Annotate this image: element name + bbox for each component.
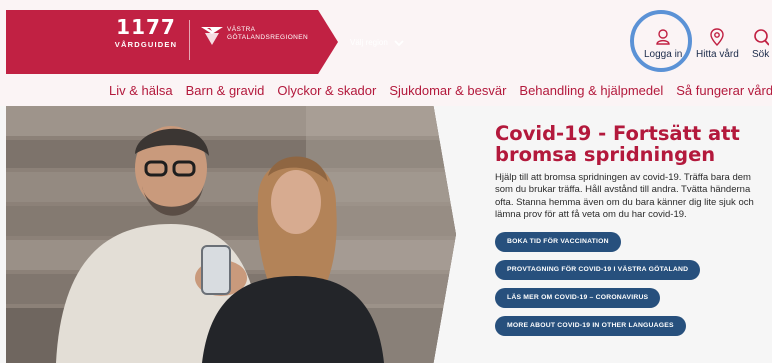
search-icon: [753, 29, 769, 46]
user-icon: [656, 29, 670, 45]
chevron-down-icon: [394, 39, 404, 46]
main-navigation: Liv & hälsa Barn & gravid Olyckor & skad…: [0, 76, 772, 106]
site-header: 1177 VÅRDGUIDEN VÄSTRA GÖTALANDSREGIONEN…: [0, 0, 772, 76]
nav-item-behandling-hjalpmedel[interactable]: Behandling & hjälpmedel: [519, 83, 663, 98]
hero-section: Covid-19 - Fortsätt att bromsa spridning…: [0, 106, 772, 363]
login-label: Logga in: [644, 49, 683, 60]
logo-divider: [189, 20, 190, 60]
hero-photo-illustration: [6, 106, 456, 363]
book-vaccination-button[interactable]: BOKA TID FÖR VACCINATION: [495, 231, 621, 252]
nav-item-liv-halsa[interactable]: Liv & hälsa: [109, 83, 173, 98]
region-select-label: Välj region: [350, 38, 388, 47]
covid-testing-button[interactable]: PROVTAGNING FÖR COVID-19 I VÄSTRA GÖTALA…: [495, 259, 701, 280]
hero-content: Covid-19 - Fortsätt att bromsa spridning…: [495, 123, 765, 336]
location-pin-icon: [710, 28, 725, 46]
nav-item-sjukdomar-besvar[interactable]: Sjukdomar & besvär: [389, 83, 506, 98]
hero-photo: [6, 106, 456, 363]
login-button[interactable]: Logga in: [644, 28, 682, 60]
logo-number: 1177: [116, 15, 176, 39]
nav-item-olyckor-skador[interactable]: Olyckor & skador: [277, 83, 376, 98]
hero-title: Covid-19 - Fortsätt att bromsa spridning…: [495, 122, 740, 166]
search-button[interactable]: Sök: [752, 28, 769, 60]
region-logo-line1: VÄSTRA: [227, 26, 256, 33]
find-care-label: Hitta vård: [696, 49, 739, 60]
logo-1177-vardguiden[interactable]: 1177 VÅRDGUIDEN: [108, 16, 184, 49]
logo-subtitle: VÅRDGUIDEN: [114, 40, 178, 49]
region-select[interactable]: Välj region: [350, 38, 404, 47]
region-logo-line2: GÖTALANDSREGIONEN: [227, 33, 309, 41]
other-languages-button[interactable]: MORE ABOUT COVID-19 IN OTHER LANGUAGES: [495, 315, 686, 336]
nav-item-barn-gravid[interactable]: Barn & gravid: [186, 83, 265, 98]
nav-item-sa-fungerar-varden[interactable]: Så fungerar vården: [676, 83, 772, 98]
hero-text: Hjälp till att bromsa spridningen av cov…: [495, 172, 754, 221]
vgr-mark-icon: [201, 27, 223, 45]
find-care-button[interactable]: Hitta vård: [696, 28, 739, 60]
search-label: Sök: [752, 49, 770, 60]
read-more-covid-button[interactable]: LÄS MER OM COVID-19 – CORONAVIRUS: [495, 287, 661, 308]
hero-button-list: BOKA TID FÖR VACCINATION PROVTAGNING FÖR…: [495, 231, 765, 336]
